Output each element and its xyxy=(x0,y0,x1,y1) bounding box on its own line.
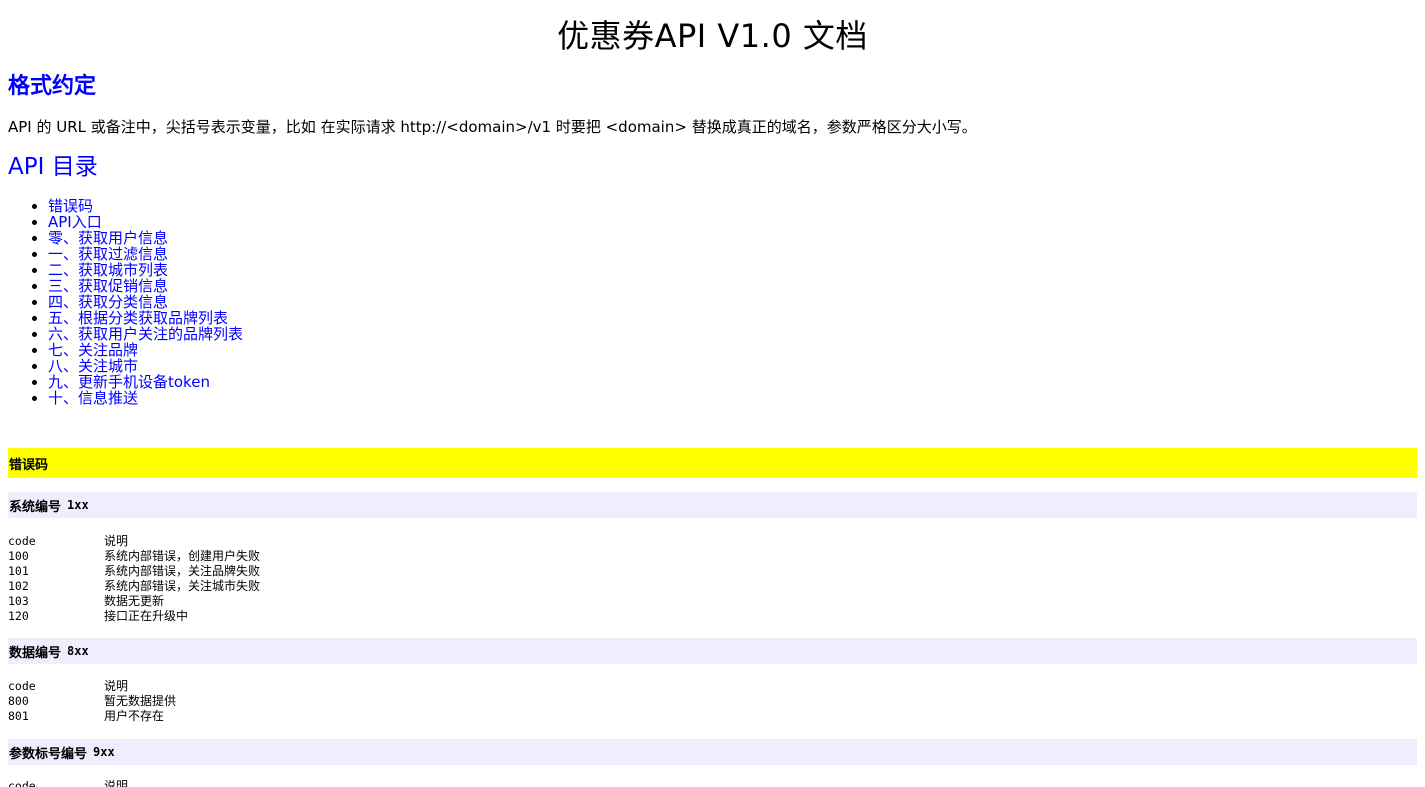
toc-item: 八、关注城市 xyxy=(48,358,243,374)
toc-link-push-notification[interactable]: 十、信息推送 xyxy=(48,389,138,407)
error-group-code: 9xx xyxy=(93,745,115,759)
error-group-header-system: 系统编号 1xx xyxy=(8,492,1417,518)
error-description: 系统内部错误，关注品牌失败 xyxy=(104,564,261,578)
format-heading: 格式约定 xyxy=(8,74,97,99)
toc-item: 二、获取城市列表 xyxy=(48,262,243,278)
column-header-code: code xyxy=(8,779,36,787)
toc-item: 六、获取用户关注的品牌列表 xyxy=(48,326,243,342)
table-row: 101 系统内部错误，关注品牌失败 xyxy=(8,564,260,579)
column-header-description: 说明 xyxy=(104,534,129,548)
table-row: 801 用户不存在 xyxy=(8,709,176,724)
format-description: API 的 URL 或备注中，尖括号表示变量，比如 在实际请求 http://<… xyxy=(8,118,977,136)
toc-item: 十、信息推送 xyxy=(48,390,243,406)
toc-item: 七、关注品牌 xyxy=(48,342,243,358)
toc-heading: API 目录 xyxy=(8,154,98,180)
error-code: 103 xyxy=(8,594,29,608)
error-group-label: 参数标号编号 xyxy=(9,746,88,762)
table-header-row: code 说明 xyxy=(8,534,260,549)
table-row: 103 数据无更新 xyxy=(8,594,260,609)
column-header-code: code xyxy=(8,679,36,693)
error-description: 数据无更新 xyxy=(104,594,165,608)
error-code: 102 xyxy=(8,579,29,593)
table-row: 120 接口正在升级中 xyxy=(8,609,260,624)
error-description: 接口正在升级中 xyxy=(104,609,189,623)
error-group-code: 1xx xyxy=(67,498,89,512)
error-code: 101 xyxy=(8,564,29,578)
column-header-code: code xyxy=(8,534,36,548)
toc-item: 错误码 xyxy=(48,198,243,214)
table-row: 102 系统内部错误，关注城市失败 xyxy=(8,579,260,594)
page-title: 优惠券API V1.0 文档 xyxy=(557,17,868,55)
toc-item: API入口 xyxy=(48,214,243,230)
error-group-label: 数据编号 xyxy=(9,645,62,661)
error-table-params: code 说明 xyxy=(8,779,128,787)
table-row: 100 系统内部错误，创建用户失败 xyxy=(8,549,260,564)
error-table-system: code 说明 100 系统内部错误，创建用户失败 101 系统内部错误，关注品… xyxy=(8,534,260,624)
toc-list: 错误码 API入口 零、获取用户信息 一、获取过滤信息 二、获取城市列表 三、获… xyxy=(8,198,243,406)
error-code: 120 xyxy=(8,609,29,623)
error-codes-section-header: 错误码 xyxy=(8,448,1417,478)
error-group-code: 8xx xyxy=(67,644,89,658)
error-code: 100 xyxy=(8,549,29,563)
error-table-data: code 说明 800 暂无数据提供 801 用户不存在 xyxy=(8,679,176,724)
error-code: 801 xyxy=(8,709,29,723)
toc-item: 四、获取分类信息 xyxy=(48,294,243,310)
toc-item: 三、获取促销信息 xyxy=(48,278,243,294)
error-description: 用户不存在 xyxy=(104,709,165,723)
table-header-row: code 说明 xyxy=(8,679,176,694)
error-description: 系统内部错误，关注城市失败 xyxy=(104,579,261,593)
toc-item: 九、更新手机设备token xyxy=(48,374,243,390)
column-header-description: 说明 xyxy=(104,779,129,787)
error-group-header-params: 参数标号编号 9xx xyxy=(8,739,1417,765)
error-description: 系统内部错误，创建用户失败 xyxy=(104,549,261,563)
toc-item: 一、获取过滤信息 xyxy=(48,246,243,262)
table-row: 800 暂无数据提供 xyxy=(8,694,176,709)
error-code: 800 xyxy=(8,694,29,708)
error-codes-title: 错误码 xyxy=(9,457,49,473)
toc-item: 五、根据分类获取品牌列表 xyxy=(48,310,243,326)
error-group-label: 系统编号 xyxy=(9,499,62,515)
column-header-description: 说明 xyxy=(104,679,129,693)
error-group-header-data: 数据编号 8xx xyxy=(8,638,1417,664)
error-description: 暂无数据提供 xyxy=(104,694,177,708)
table-header-row: code 说明 xyxy=(8,779,128,787)
toc-item: 零、获取用户信息 xyxy=(48,230,243,246)
